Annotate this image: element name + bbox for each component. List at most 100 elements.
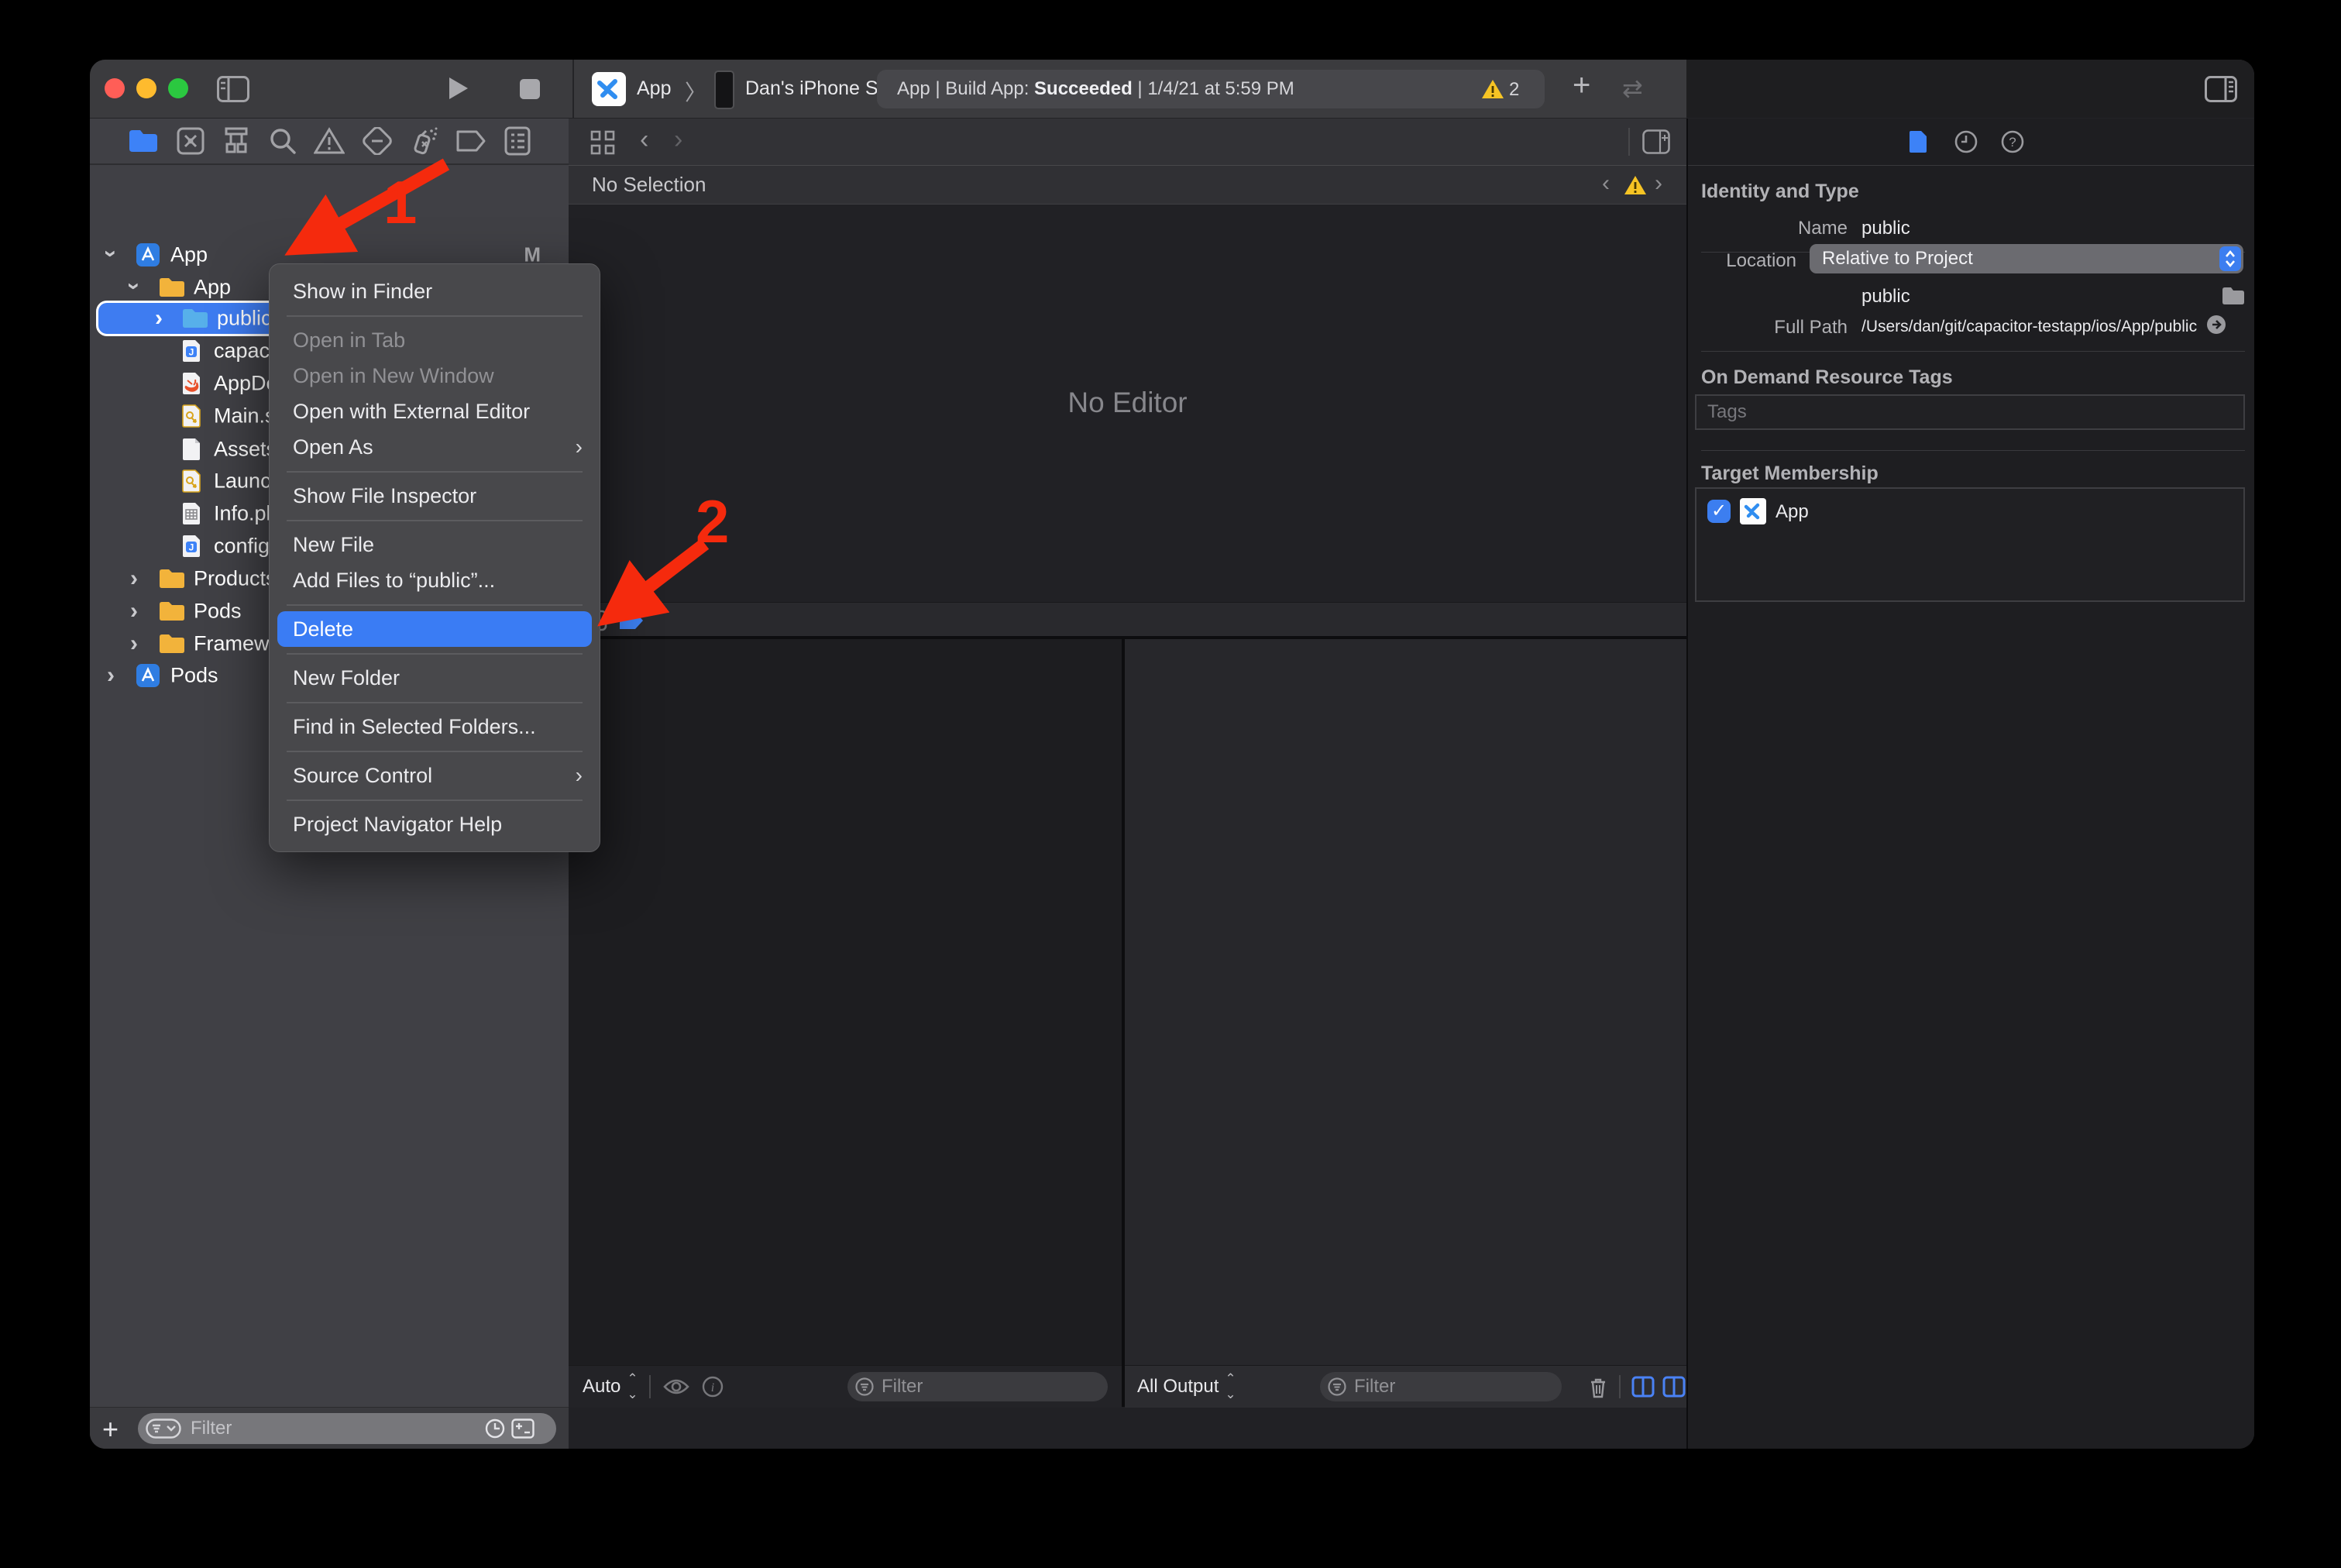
target-checkbox[interactable]: ✓: [1707, 500, 1731, 523]
go-forward-icon[interactable]: ›: [674, 125, 682, 155]
prev-issue-icon[interactable]: ‹: [1602, 170, 1610, 197]
folder-icon: [158, 568, 186, 590]
debug-split-handle[interactable]: [1122, 639, 1125, 1407]
warning-count: 2: [1509, 79, 1519, 101]
menu-item-show-file-inspector[interactable]: Show File Inspector: [270, 478, 600, 514]
file-icon-json: J: [181, 534, 201, 559]
location-dropdown[interactable]: Relative to Project: [1810, 244, 2243, 273]
target-membership-header: Target Membership: [1701, 462, 1879, 485]
add-item-icon[interactable]: +: [102, 1413, 119, 1446]
project-navigator-tab-icon[interactable]: [128, 128, 159, 154]
editor-tab-strip: ‹ ›: [569, 119, 1686, 166]
close-window-button[interactable]: [105, 78, 125, 98]
name-value[interactable]: public: [1861, 218, 1910, 239]
no-editor-placeholder: No Editor: [569, 204, 1686, 602]
scheme-name[interactable]: App: [637, 77, 671, 100]
scope-stepper-icon: ⌃⌄: [1225, 1371, 1234, 1402]
stop-button[interactable]: [520, 79, 540, 99]
choose-folder-icon[interactable]: [2221, 286, 2246, 306]
menu-item-project-navigator-help[interactable]: Project Navigator Help: [270, 806, 600, 842]
menu-separator: [270, 514, 600, 527]
issue-warning-icon[interactable]: [1624, 174, 1647, 196]
find-navigator-tab-icon[interactable]: [269, 127, 297, 155]
toggle-inspector-icon[interactable]: [2205, 76, 2237, 102]
folder-icon: [158, 633, 186, 655]
clear-console-icon[interactable]: [1588, 1376, 1608, 1399]
console-filter-field[interactable]: Filter: [1320, 1372, 1562, 1401]
status-text: App | Build App: Succeeded | 1/4/21 at 5…: [897, 78, 1294, 100]
bar-divider: [649, 1375, 651, 1398]
warning-icon[interactable]: [1481, 78, 1504, 100]
related-items-icon[interactable]: [590, 130, 615, 155]
menu-item-add-files[interactable]: Add Files to “public”...: [270, 562, 600, 598]
disclosure-open-icon[interactable]: ›: [122, 283, 146, 291]
tags-input[interactable]: Tags: [1695, 394, 2245, 430]
open-path-arrow-icon[interactable]: [2205, 314, 2227, 335]
file-icon-swift: [181, 371, 201, 396]
menu-separator: [270, 744, 600, 758]
project-file-icon: [135, 242, 161, 268]
info-icon[interactable]: i: [702, 1376, 724, 1398]
tags-placeholder: Tags: [1707, 401, 1747, 423]
jump-bar[interactable]: No Selection ‹ ›: [569, 166, 1686, 205]
menu-item-find-in-selected-folders[interactable]: Find in Selected Folders...: [270, 709, 600, 744]
device-icon: [714, 70, 734, 109]
folder-icon-blue: [181, 308, 209, 329]
navigator-filter-field[interactable]: Filter: [138, 1413, 556, 1444]
next-issue-icon[interactable]: ›: [1655, 170, 1662, 197]
add-editor-icon[interactable]: [1642, 129, 1670, 154]
history-inspector-tab-icon[interactable]: [1954, 130, 1978, 153]
menu-item-delete[interactable]: Delete: [277, 611, 592, 647]
file-inspector-tab-icon[interactable]: [1908, 129, 1928, 154]
disclosure-closed-icon[interactable]: ›: [130, 632, 138, 655]
test-navigator-tab-icon[interactable]: [362, 127, 393, 155]
breakpoint-toggle-icon[interactable]: [618, 610, 645, 631]
symbol-navigator-tab-icon[interactable]: [222, 127, 251, 155]
variables-scope-select[interactable]: Auto: [583, 1376, 620, 1398]
location-value: Relative to Project: [1822, 248, 1973, 270]
recent-files-icon[interactable]: [485, 1418, 505, 1439]
disclosure-open-icon[interactable]: ›: [99, 250, 122, 258]
app-scheme-icon[interactable]: [592, 72, 626, 106]
menu-item-source-control[interactable]: Source Control›: [270, 758, 600, 793]
menu-item-open-with-external-editor[interactable]: Open with External Editor: [270, 394, 600, 429]
menu-item-new-folder[interactable]: New Folder: [270, 660, 600, 696]
report-navigator-tab-icon[interactable]: [504, 126, 531, 156]
issue-navigator-tab-icon[interactable]: [314, 127, 345, 155]
disclosure-closed-icon[interactable]: ›: [130, 600, 138, 623]
console-view[interactable]: [1125, 639, 1686, 1365]
menu-item-new-file[interactable]: New File: [270, 527, 600, 562]
zoom-window-button[interactable]: [168, 78, 188, 98]
disclosure-closed-icon[interactable]: ›: [155, 307, 163, 330]
run-destination[interactable]: Dan's iPhone SE: [745, 77, 891, 100]
svg-text:i: i: [710, 1381, 713, 1394]
checkmark-icon: ✓: [1711, 500, 1727, 521]
console-bottom-bar: All Output ⌃⌄ Filter: [1125, 1365, 1686, 1408]
menu-item-show-in-finder[interactable]: Show in Finder: [270, 273, 600, 309]
show-only-icon[interactable]: [663, 1377, 689, 1396]
folder-icon: [158, 600, 186, 622]
activity-status[interactable]: App | Build App: Succeeded | 1/4/21 at 5…: [877, 70, 1545, 108]
source-control-filter-icon[interactable]: [511, 1418, 535, 1439]
console-scope-select[interactable]: All Output: [1137, 1376, 1219, 1398]
run-button[interactable]: [448, 76, 469, 101]
disclosure-closed-icon[interactable]: ›: [130, 567, 138, 590]
disclosure-closed-icon[interactable]: ›: [107, 664, 115, 687]
library-add-icon[interactable]: +: [1573, 68, 1590, 103]
submenu-arrow-icon: ›: [576, 758, 583, 793]
inspector-panel: ? Identity and Type Name public Location…: [1686, 119, 2254, 1449]
minimize-window-button[interactable]: [136, 78, 156, 98]
source-control-navigator-tab-icon[interactable]: [177, 127, 205, 155]
go-back-icon[interactable]: ‹: [640, 125, 648, 155]
variables-filter-field[interactable]: Filter: [847, 1372, 1108, 1401]
menu-separator: [270, 696, 600, 709]
debug-navigator-tab-icon[interactable]: [411, 126, 438, 156]
help-inspector-tab-icon[interactable]: ?: [2001, 130, 2024, 153]
toggle-navigator-icon[interactable]: [217, 76, 249, 102]
name-label: Name: [1739, 218, 1848, 239]
show-console-view-icon[interactable]: [1662, 1376, 1686, 1398]
file-icon-storyboard: [181, 404, 201, 428]
breakpoint-navigator-tab-icon[interactable]: [455, 129, 486, 153]
menu-item-open-as[interactable]: Open As›: [270, 429, 600, 465]
show-variables-view-icon[interactable]: [1631, 1376, 1655, 1398]
